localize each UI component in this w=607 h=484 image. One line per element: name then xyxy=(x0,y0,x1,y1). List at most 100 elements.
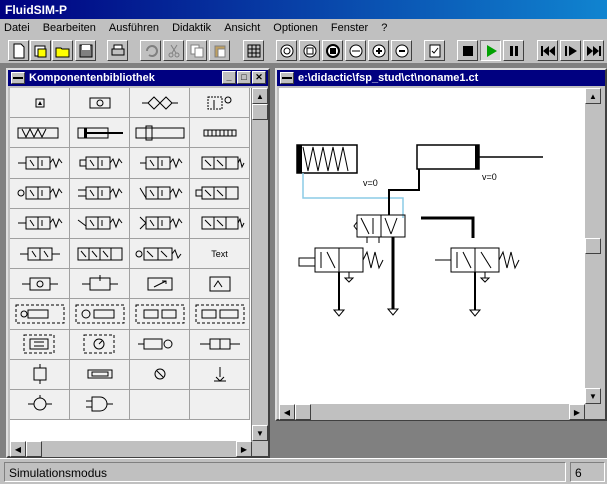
component-valve-5-3-b[interactable] xyxy=(190,208,250,239)
play-button[interactable] xyxy=(480,40,501,61)
stop-button[interactable] xyxy=(457,40,478,61)
component-text[interactable]: Text xyxy=(190,238,250,270)
open-file-button[interactable] xyxy=(52,40,73,61)
component-time-delay-b[interactable] xyxy=(190,299,250,330)
zoom-window-button[interactable] xyxy=(322,40,343,61)
component-exhaust[interactable] xyxy=(190,359,250,390)
component-valve-5-2-c[interactable] xyxy=(10,208,70,239)
circuit-canvas[interactable]: v=0 v=0 xyxy=(279,88,585,404)
fast-forward-button[interactable] xyxy=(583,40,604,61)
component-valve-5-2-d[interactable] xyxy=(70,208,130,239)
component-valve-5-3-a[interactable] xyxy=(130,208,190,239)
component-silencer[interactable] xyxy=(70,359,130,390)
menu-datei[interactable]: Datei xyxy=(4,22,30,34)
undo-button[interactable] xyxy=(140,40,161,61)
scroll-down-button[interactable]: ▼ xyxy=(252,425,268,441)
zoom-in-button[interactable] xyxy=(368,40,389,61)
close-button[interactable]: ✕ xyxy=(252,71,266,84)
component-pressure-sensor[interactable] xyxy=(190,329,250,360)
valve-5-2-center[interactable] xyxy=(353,214,406,238)
component-quick-exhaust[interactable] xyxy=(190,269,250,300)
print-button[interactable] xyxy=(107,40,128,61)
scroll-thumb[interactable] xyxy=(585,238,601,254)
component-shuttle-valve[interactable] xyxy=(70,269,130,300)
zoom-out-button[interactable] xyxy=(391,40,412,61)
component-pressure-source[interactable] xyxy=(10,88,70,119)
component-service-unit[interactable] xyxy=(130,88,190,119)
new-file-button[interactable] xyxy=(8,40,29,61)
paste-button[interactable] xyxy=(209,40,230,61)
component-valve-3-2-f[interactable] xyxy=(130,178,190,209)
valve-3-2-right[interactable] xyxy=(435,247,520,283)
hscroll-thumb[interactable] xyxy=(26,441,42,457)
component-pressure-valve[interactable] xyxy=(190,88,250,119)
component-double-acting-cylinder[interactable] xyxy=(70,118,130,149)
system-menu-icon[interactable] xyxy=(280,72,294,84)
single-acting-cylinder[interactable] xyxy=(296,144,358,174)
library-title-bar[interactable]: Komponentenbibliothek _ □ ✕ xyxy=(8,70,268,86)
component-valve-3-2-b[interactable] xyxy=(70,148,130,179)
scroll-left-button[interactable]: ◀ xyxy=(10,441,26,457)
scroll-thumb[interactable] xyxy=(252,104,268,120)
component-counter[interactable] xyxy=(10,389,70,421)
double-acting-cylinder[interactable] xyxy=(416,144,543,170)
component-valve-3-2-e[interactable] xyxy=(70,178,130,209)
component-valve-3-2-c[interactable] xyxy=(130,148,190,179)
zoom-all-button[interactable] xyxy=(345,40,366,61)
scroll-up-button[interactable]: ▲ xyxy=(585,88,601,104)
component-pressure-sequence-a[interactable] xyxy=(10,299,70,330)
scroll-right-button[interactable]: ▶ xyxy=(236,441,252,457)
library-horizontal-scrollbar[interactable]: ◀ ▶ xyxy=(10,441,252,457)
step-button[interactable] xyxy=(560,40,581,61)
component-single-acting-cylinder[interactable] xyxy=(10,118,70,149)
component-pressure-gauge-b[interactable] xyxy=(70,329,130,360)
zoom-fit-button[interactable] xyxy=(299,40,320,61)
library-vertical-scrollbar[interactable]: ▲ ▼ xyxy=(252,88,268,441)
system-menu-icon[interactable] xyxy=(11,72,25,84)
minimize-button[interactable]: _ xyxy=(222,71,236,84)
scroll-up-button[interactable]: ▲ xyxy=(252,88,268,104)
maximize-button[interactable]: □ xyxy=(237,71,251,84)
save-button[interactable] xyxy=(75,40,96,61)
menu-didaktik[interactable]: Didaktik xyxy=(172,22,211,34)
component-and-gate[interactable] xyxy=(70,389,130,421)
component-compressor[interactable] xyxy=(70,88,130,119)
menu-optionen[interactable]: Optionen xyxy=(273,22,318,34)
component-flow-control[interactable] xyxy=(130,269,190,300)
component-indicator[interactable] xyxy=(130,359,190,390)
zoom-button[interactable] xyxy=(276,40,297,61)
hscroll-thumb[interactable] xyxy=(295,404,311,420)
pause-button[interactable] xyxy=(503,40,524,61)
menu-ausfuehren[interactable]: Ausführen xyxy=(109,22,159,34)
component-time-delay-a[interactable] xyxy=(130,299,190,330)
cut-button[interactable] xyxy=(163,40,184,61)
grid-button[interactable] xyxy=(243,40,264,61)
menu-ansicht[interactable]: Ansicht xyxy=(224,22,260,34)
open-library-button[interactable] xyxy=(30,40,51,61)
component-valve-5-2-f[interactable] xyxy=(130,238,190,270)
rewind-button[interactable] xyxy=(537,40,558,61)
circuit-horizontal-scrollbar[interactable]: ◀ ▶ xyxy=(279,404,585,420)
component-pressure-gauge-a[interactable] xyxy=(10,329,70,360)
component-pressure-sequence-b[interactable] xyxy=(70,299,130,330)
component-check-valve[interactable] xyxy=(10,269,70,300)
component-valve-5-2-e[interactable] xyxy=(10,238,70,270)
component-valve-3-2-a[interactable] xyxy=(10,148,70,179)
scroll-right-button[interactable]: ▶ xyxy=(569,404,585,420)
circuit-title-bar[interactable]: e:\didactic\fsp_stud\ct\noname1.ct xyxy=(277,70,605,86)
component-cylinder-with-damping[interactable] xyxy=(130,118,190,149)
component-pressure-switch[interactable] xyxy=(130,329,190,360)
scroll-left-button[interactable]: ◀ xyxy=(279,404,295,420)
component-valve-3-2-d[interactable] xyxy=(10,178,70,209)
component-valve-5-3-c[interactable] xyxy=(70,238,130,270)
valve-3-2-left[interactable] xyxy=(298,247,384,283)
menu-bearbeiten[interactable]: Bearbeiten xyxy=(43,22,96,34)
menu-help[interactable]: ? xyxy=(381,22,387,34)
component-valve-5-2-b[interactable] xyxy=(190,178,250,209)
component-rodless-cylinder[interactable] xyxy=(190,118,250,149)
component-valve-5-2-a[interactable] xyxy=(190,148,250,179)
scroll-down-button[interactable]: ▼ xyxy=(585,388,601,404)
circuit-vertical-scrollbar[interactable]: ▲ ▼ xyxy=(585,88,601,404)
copy-button[interactable] xyxy=(186,40,207,61)
check-button[interactable] xyxy=(424,40,445,61)
